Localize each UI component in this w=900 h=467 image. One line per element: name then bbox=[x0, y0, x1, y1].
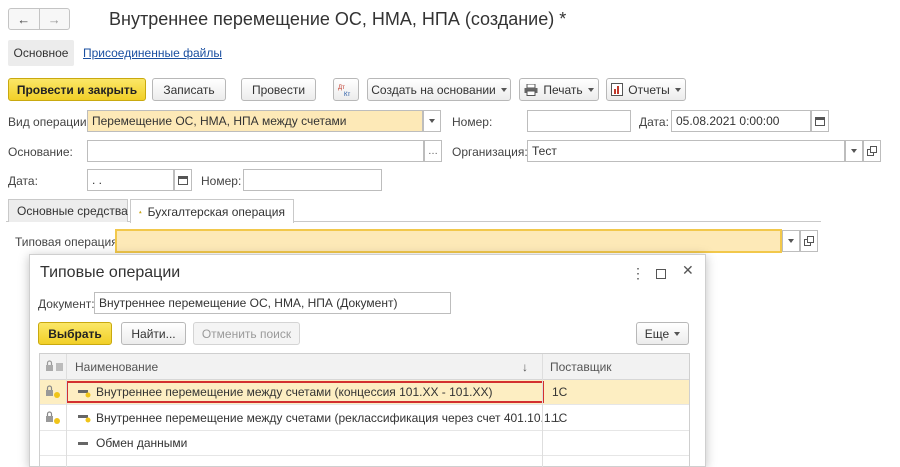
print-button[interactable]: Печать bbox=[519, 78, 599, 101]
operation-icon bbox=[78, 390, 91, 398]
forward-arrow-icon[interactable]: → bbox=[38, 9, 70, 29]
date-label: Дата: bbox=[639, 115, 669, 129]
calendar-icon[interactable] bbox=[174, 169, 192, 191]
operations-table: Наименование ↓ Поставщик Внутреннее пере… bbox=[39, 353, 690, 467]
tab-accounting-operation[interactable]: Бухгалтерская операция bbox=[130, 199, 294, 223]
number-input[interactable] bbox=[527, 110, 631, 132]
report-icon bbox=[611, 83, 624, 96]
print-label: Печать bbox=[543, 82, 583, 97]
printer-icon bbox=[524, 83, 538, 96]
date2-label: Дата: bbox=[8, 174, 38, 188]
typical-op-input[interactable] bbox=[115, 229, 782, 253]
document-label: Документ: bbox=[38, 297, 95, 311]
row-name: Внутреннее перемещение между счетами (ре… bbox=[96, 411, 561, 425]
chevron-down-icon bbox=[674, 331, 681, 336]
reports-label: Отчеты bbox=[628, 82, 670, 97]
back-arrow-icon[interactable]: ← bbox=[9, 9, 39, 29]
typical-operations-dialog: Типовые операции ⋮ ✕ Документ: Внутренне… bbox=[29, 254, 706, 467]
number-label: Номер: bbox=[452, 115, 493, 129]
reports-button[interactable]: Отчеты bbox=[606, 78, 686, 101]
operation-icon bbox=[78, 415, 91, 423]
post-button[interactable]: Провести bbox=[241, 78, 316, 101]
basis-choose-button[interactable]: … bbox=[424, 140, 442, 162]
column-name-header[interactable]: Наименование bbox=[75, 360, 158, 374]
cancel-search-button[interactable]: Отменить поиск bbox=[193, 322, 300, 345]
maximize-icon[interactable] bbox=[656, 266, 666, 282]
date-input[interactable]: 05.08.2021 0:00:00 bbox=[671, 110, 811, 132]
chevron-down-icon bbox=[500, 87, 507, 92]
row-supplier: 1С bbox=[552, 385, 568, 399]
more-label: Еще bbox=[644, 326, 670, 341]
op-type-select[interactable]: Перемещение ОС, НМА, НПА между счетами bbox=[87, 110, 423, 132]
sort-desc-icon[interactable]: ↓ bbox=[522, 360, 528, 374]
page-title: Внутреннее перемещение ОС, НМА, НПА (соз… bbox=[109, 9, 567, 29]
row-name: Внутреннее перемещение между счетами (ко… bbox=[96, 385, 493, 399]
typical-op-dropdown-icon[interactable] bbox=[782, 230, 800, 252]
chevron-down-icon bbox=[587, 87, 594, 92]
tab-accounting-operation-label: Бухгалтерская операция bbox=[147, 204, 285, 219]
row-supplier: 1С bbox=[552, 411, 568, 425]
op-type-label: Вид операции: bbox=[8, 115, 90, 129]
nav-buttons: ← → bbox=[8, 8, 70, 30]
group-icon bbox=[78, 442, 88, 445]
subtab-main[interactable]: Основное bbox=[8, 40, 74, 66]
table-row[interactable]: Внутреннее перемещение между счетами (ре… bbox=[40, 405, 689, 431]
basis-label: Основание: bbox=[8, 145, 73, 159]
create-based-on-label: Создать на основании bbox=[371, 82, 496, 97]
column-supplier-header[interactable]: Поставщик bbox=[550, 360, 612, 374]
organization-label: Организация: bbox=[452, 145, 528, 159]
subtab-attached-files[interactable]: Присоединенные файлы bbox=[83, 46, 222, 60]
dialog-title: Типовые операции bbox=[40, 264, 181, 281]
svg-text:Дт: Дт bbox=[338, 85, 345, 91]
tab-baseline bbox=[6, 221, 821, 222]
lock-column-icon bbox=[46, 360, 63, 371]
column-divider bbox=[542, 354, 543, 467]
lock-status-icon bbox=[46, 411, 60, 424]
chevron-down-icon bbox=[674, 87, 681, 92]
select-button[interactable]: Выбрать bbox=[38, 322, 112, 345]
tab-fixed-assets[interactable]: Основные средства bbox=[8, 199, 128, 222]
basis-input[interactable] bbox=[87, 140, 424, 162]
close-icon[interactable]: ✕ bbox=[682, 262, 694, 279]
more-vertical-icon[interactable]: ⋮ bbox=[631, 265, 645, 282]
document-field: Внутреннее перемещение ОС, НМА, НПА (Док… bbox=[94, 292, 451, 314]
number2-input[interactable] bbox=[243, 169, 382, 191]
organization-open-icon[interactable] bbox=[863, 140, 881, 162]
op-type-dropdown-icon[interactable] bbox=[423, 110, 441, 132]
more-button[interactable]: Еще bbox=[636, 322, 689, 345]
post-and-close-button[interactable]: Провести и закрыть bbox=[8, 78, 146, 101]
warning-icon bbox=[139, 210, 142, 213]
typical-op-label: Типовая операция: bbox=[15, 235, 122, 249]
save-button[interactable]: Записать bbox=[152, 78, 226, 101]
table-row[interactable]: Обмен данными bbox=[40, 431, 689, 456]
organization-dropdown-icon[interactable] bbox=[845, 140, 863, 162]
organization-input[interactable]: Тест bbox=[527, 140, 845, 162]
column-divider bbox=[66, 354, 67, 467]
table-header: Наименование ↓ Поставщик bbox=[40, 354, 689, 380]
calendar-icon[interactable] bbox=[811, 110, 829, 132]
find-button[interactable]: Найти... bbox=[121, 322, 186, 345]
date2-input[interactable]: . . bbox=[87, 169, 174, 191]
lock-status-icon bbox=[46, 385, 60, 398]
table-row[interactable]: Внутреннее перемещение между счетами (ко… bbox=[40, 380, 689, 405]
svg-text:Кт: Кт bbox=[344, 92, 350, 98]
typical-op-open-icon[interactable] bbox=[800, 230, 818, 252]
dt-kt-button[interactable]: Дт Кт bbox=[333, 78, 359, 101]
number2-label: Номер: bbox=[201, 174, 242, 188]
dt-kt-icon: Дт Кт bbox=[338, 85, 350, 98]
create-based-on-button[interactable]: Создать на основании bbox=[367, 78, 511, 101]
row-name: Обмен данными bbox=[96, 436, 188, 450]
